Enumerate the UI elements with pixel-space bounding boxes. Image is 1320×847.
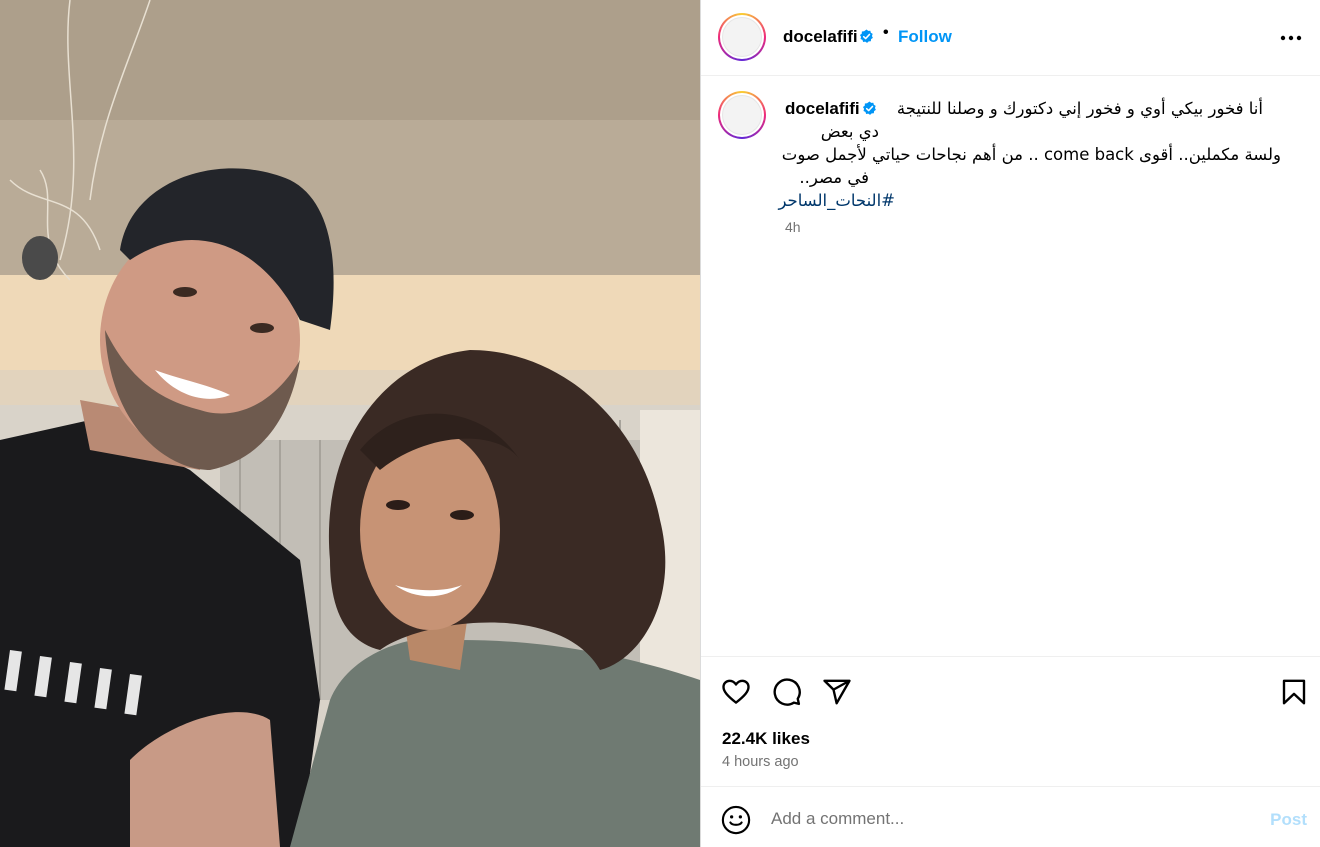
caption-avatar[interactable] — [718, 91, 766, 139]
caption-line-3: في مصر.. — [799, 168, 869, 187]
more-horizontal-icon[interactable] — [1279, 28, 1303, 48]
follow-button[interactable]: Follow — [898, 27, 952, 47]
verified-badge-icon — [859, 29, 873, 43]
posted-time[interactable]: 4 hours ago — [722, 754, 799, 770]
post-details-panel: docelafifi • Follow docelafifi أنا فخور … — [700, 0, 1320, 847]
bookmark-icon[interactable] — [1279, 677, 1309, 707]
caption-verified-badge-icon — [862, 101, 876, 115]
avatar-image — [722, 17, 762, 57]
caption-line-1: أنا فخور بيكي أوي و فخور إني دكتورك و وص… — [896, 99, 1263, 118]
caption-hashtag-link[interactable]: #النحات_الساحر — [778, 189, 895, 212]
likes-count[interactable]: 22.4K likes — [722, 729, 810, 749]
post-actions: 22.4K likes 4 hours ago — [701, 656, 1320, 786]
post-caption: docelafifi أنا فخور بيكي أوي و فخور إني … — [701, 76, 1320, 656]
heart-icon[interactable] — [721, 677, 751, 707]
caption-line-2: ولسة مكملين.. أقوى come back .. من أهم ن… — [781, 145, 1281, 164]
caption-line-1-wrap: دي بعض — [820, 122, 879, 141]
post-comment-button[interactable]: Post — [1270, 810, 1307, 830]
caption-avatar-image — [722, 95, 762, 135]
selfie-image — [0, 0, 700, 847]
header-separator: • — [883, 24, 889, 41]
post-header: docelafifi • Follow — [701, 0, 1320, 76]
paper-plane-icon[interactable] — [822, 677, 852, 707]
avatar[interactable] — [718, 13, 766, 61]
comment-bubble-icon[interactable] — [772, 677, 802, 707]
post-photo[interactable] — [0, 0, 700, 847]
header-username[interactable]: docelafifi — [783, 27, 858, 47]
comment-composer: Post — [701, 786, 1320, 847]
caption-username[interactable]: docelafifi — [785, 99, 860, 119]
smiley-icon[interactable] — [721, 805, 751, 835]
comment-input[interactable] — [771, 805, 1231, 833]
caption-timestamp[interactable]: 4h — [785, 219, 801, 235]
